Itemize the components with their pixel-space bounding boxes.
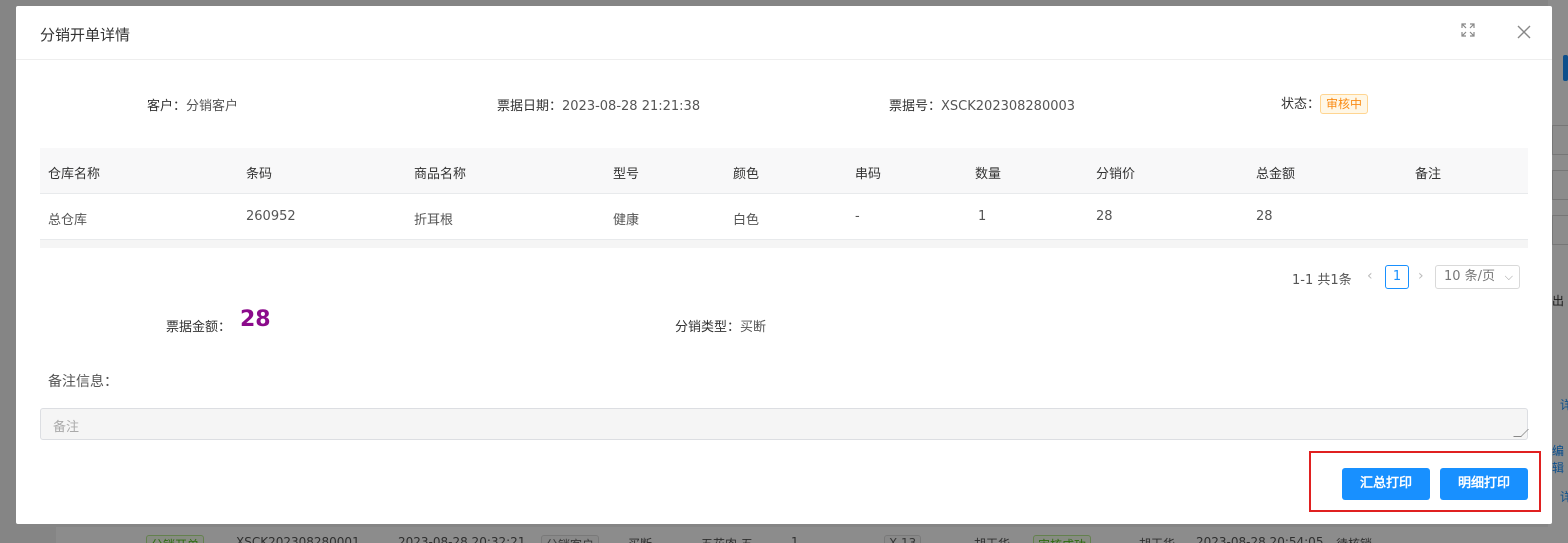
bill-value: XSCK202308280003 — [941, 99, 1076, 114]
bill-label: 票据号： — [889, 99, 942, 114]
table-cell: 28 — [1256, 209, 1273, 224]
table-cell: 白色 — [733, 213, 760, 228]
distribution-type: 分销类型：买断 — [675, 316, 766, 335]
detail-modal: 分销开单详情 客户：分销客户 票据日期：2023-08-28 21:21:38 … — [16, 6, 1552, 524]
table-cell: 260952 — [246, 209, 296, 224]
table-cell: 总仓库 — [48, 213, 88, 228]
table-header: 仓库名称 条码 商品名称 型号 颜色 串码 数量 分销价 总金额 备注 — [40, 148, 1528, 194]
date-info: 票据日期：2023-08-28 21:21:38 — [497, 95, 700, 114]
remark-placeholder: 备注 — [53, 420, 80, 435]
page-size-value: 10 条/页 — [1444, 269, 1496, 284]
table-cell: 健康 — [613, 213, 640, 228]
customer-info: 客户：分销客户 — [147, 95, 238, 114]
table-cell: 折耳根 — [414, 213, 454, 228]
status-label: 状态： — [1281, 97, 1321, 112]
chevron-left-icon[interactable]: ‹ — [1367, 268, 1373, 284]
remark-label: 备注信息： — [48, 374, 118, 390]
goods-table: 仓库名称 条码 商品名称 型号 颜色 串码 数量 分销价 总金额 备注 总仓库 … — [40, 148, 1528, 248]
type-label: 分销类型： — [675, 320, 741, 335]
customer-value: 分销客户 — [186, 99, 239, 114]
pagination-total: 1-1 共1条 — [1292, 273, 1352, 288]
customer-label: 客户： — [147, 99, 187, 114]
page-number-button[interactable]: 1 — [1385, 265, 1409, 289]
status-info: 状态： 审核中 — [1281, 93, 1369, 114]
table-scroll-bar[interactable] — [40, 240, 1528, 248]
chevron-right-icon[interactable]: › — [1418, 268, 1424, 284]
remark-textarea[interactable]: 备注 — [40, 408, 1529, 440]
column-header: 备注 — [1415, 167, 1442, 182]
table-cell: - — [855, 209, 860, 224]
close-icon[interactable] — [1514, 22, 1534, 42]
date-value: 2023-08-28 21:21:38 — [562, 99, 701, 114]
column-header: 分销价 — [1096, 167, 1136, 182]
column-header: 数量 — [975, 167, 1002, 182]
highlight-annotation-box — [1309, 451, 1541, 512]
amount-label: 票据金额： — [166, 320, 232, 335]
column-header: 颜色 — [733, 167, 760, 182]
column-header: 型号 — [613, 167, 640, 182]
column-header: 条码 — [246, 167, 273, 182]
chevron-down-icon: ⌵ — [1504, 270, 1513, 283]
amount-value: 28 — [240, 307, 271, 332]
date-label: 票据日期： — [497, 99, 563, 114]
resize-handle-icon[interactable] — [1513, 429, 1529, 437]
page-size-select[interactable]: 10 条/页 ⌵ — [1435, 265, 1520, 289]
column-header: 商品名称 — [414, 167, 467, 182]
table-cell: 28 — [1096, 209, 1113, 224]
modal-header: 分销开单详情 — [16, 6, 1552, 60]
status-badge: 审核中 — [1320, 94, 1369, 114]
expand-icon[interactable] — [1458, 22, 1478, 42]
type-value: 买断 — [740, 320, 767, 335]
table-cell: 1 — [978, 209, 987, 224]
table-row: 总仓库 260952 折耳根 健康 白色 - 1 28 28 — [40, 194, 1528, 240]
column-header: 串码 — [855, 167, 882, 182]
modal-title: 分销开单详情 — [40, 26, 131, 44]
column-header: 总金额 — [1256, 167, 1296, 182]
bill-info: 票据号：XSCK202308280003 — [889, 95, 1075, 114]
column-header: 仓库名称 — [48, 167, 101, 182]
